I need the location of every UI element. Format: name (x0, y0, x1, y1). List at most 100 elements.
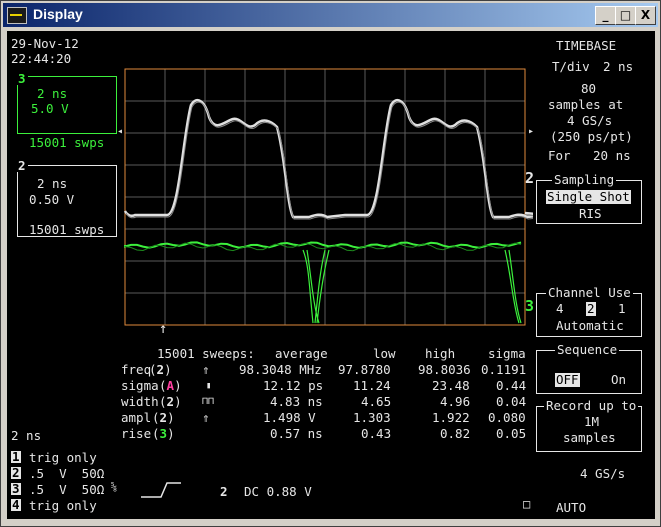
stats-param-name: rise (121, 426, 152, 441)
trace-4-setting: trig only (29, 498, 97, 513)
stats-high: 1.922 (432, 410, 470, 425)
samples-at-label: samples at (548, 97, 624, 112)
channel-2-timediv: 2 ns (37, 176, 68, 191)
channel-use-option-4[interactable]: 4 (556, 302, 564, 316)
trigger-position-arrow[interactable]: ↑ (159, 322, 167, 336)
stats-average: 0.57 ns (270, 426, 323, 441)
stats-high: 98.8036 (418, 362, 471, 377)
trigger-source: 2 (220, 484, 228, 499)
sampling-option-single-shot[interactable]: Single Shot (546, 190, 631, 204)
waveform-graticule (123, 68, 533, 326)
tdiv-label: T/div (552, 59, 590, 74)
stats-sigma: 0.080 (488, 410, 526, 425)
close-button[interactable]: X (635, 6, 656, 25)
channel-3-voltdiv: 5.0 V (31, 101, 69, 116)
record-line-2: 1M (584, 414, 600, 429)
stats-param-icon: ▮ (206, 381, 212, 391)
stats-high-header: high (425, 346, 456, 361)
stats-sigma-header: sigma (488, 346, 526, 361)
for-value: 20 ns (593, 148, 631, 163)
stats-average: 98.3048 MHz (239, 362, 322, 377)
stats-low-header: low (373, 346, 396, 361)
scope-display: 29-Nov-12 22:44:20 3 2 ns 5.0 V 15001 sw… (7, 31, 655, 519)
stats-param-name: freq (121, 362, 152, 377)
stats-sigma: 0.1191 (481, 362, 527, 377)
stats-high: 0.82 (440, 426, 471, 441)
stats-sigma: 0.44 (496, 378, 527, 393)
stats-param-channel: A (166, 378, 175, 393)
trace-2-marker: 2 (525, 169, 535, 187)
trigger-level: DC 0.88 V (244, 484, 312, 499)
ps-per-point: (250 ps/pt) (550, 129, 633, 144)
scope-app-icon (7, 7, 27, 24)
stats-high: 4.96 (440, 394, 471, 409)
left-level-marker: ◂ (117, 126, 124, 137)
stats-param-icon: ⊓⊓ (202, 396, 215, 407)
sample-rate: 4 GS/s (567, 113, 613, 128)
stats-sigma: 0.04 (496, 394, 527, 409)
app-window: Display _ □ X 29-Nov-12 22:44:20 3 2 ns … (0, 0, 661, 527)
channel-use-mode: Automatic (556, 318, 624, 333)
channel-3-timediv: 2 ns (37, 86, 68, 101)
channel-2-trace (123, 98, 533, 219)
trace-1-setting: trig only (29, 450, 97, 465)
trigger-mode[interactable]: AUTO (556, 501, 586, 515)
stats-low: 11.24 (353, 378, 391, 393)
stats-average-header: average (275, 346, 328, 361)
stats-param-icon: ⇑ (202, 362, 210, 377)
channel-2-number: 2 (16, 158, 28, 173)
stats-low: 4.65 (361, 394, 392, 409)
channel-use-option-1[interactable]: 1 (618, 302, 626, 316)
stats-param-channel: 3 (159, 426, 168, 441)
channel-3-number: 3 (16, 71, 28, 86)
minimize-button[interactable]: _ (595, 6, 616, 25)
stats-low: 0.43 (361, 426, 392, 441)
channel-2-voltdiv: 0.50 V (29, 192, 75, 207)
channel-3-sweeps: 15001 swps (27, 135, 107, 150)
sampling-option-ris[interactable]: RIS (579, 207, 602, 221)
stats-average: 1.498 V (263, 410, 316, 425)
stats-param-channel: 2 (156, 362, 165, 377)
channel-2-sweeps: 15001 swps (27, 222, 107, 237)
trace-3-label[interactable]: 3 (11, 482, 21, 495)
bottom-timediv: 2 ns (11, 428, 42, 443)
stats-average: 4.83 ns (270, 394, 323, 409)
stats-param-name: ampl (121, 410, 152, 425)
trigger-edge-icon (141, 482, 181, 498)
sequence-option-off[interactable]: OFF (555, 373, 580, 387)
trace-3-setting: .5 V 50Ω (29, 482, 105, 497)
stats-low: 97.8780 (338, 362, 391, 377)
date-label: 29-Nov-12 (11, 36, 79, 51)
bandwidth-limit-icon: ⅝ (111, 482, 118, 493)
channel-use-title: Channel Use (546, 285, 633, 300)
sequence-option-on[interactable]: On (611, 373, 626, 387)
time-label: 22:44:20 (11, 51, 72, 66)
maximize-button[interactable]: □ (615, 6, 636, 25)
timebase-header: TIMEBASE (556, 38, 617, 53)
right-level-marker: ▸ (528, 126, 535, 137)
stats-param-name: width (121, 394, 159, 409)
stats-low: 1.303 (353, 410, 391, 425)
record-line-3: samples (563, 430, 616, 445)
trace-3-marker: 3 (525, 297, 535, 315)
record-line-1: Record up to (544, 398, 639, 413)
sequence-title: Sequence (555, 342, 620, 357)
trace-2-label[interactable]: 2 (11, 466, 21, 479)
channel-use-option-2[interactable]: 2 (586, 302, 596, 316)
stats-sweeps-header: 15001 sweeps: (157, 346, 255, 361)
sampling-title: Sampling (552, 172, 617, 187)
bottom-sample-rate: 4 GS/s (580, 466, 626, 481)
title-bar[interactable]: Display _ □ X (3, 3, 658, 27)
for-label: For (548, 148, 571, 163)
stats-param-channel: 2 (166, 394, 175, 409)
stats-average: 12.12 ps (263, 378, 324, 393)
trace-2-setting: .5 V 50Ω (29, 466, 105, 481)
stats-param-name: sigma (121, 378, 159, 393)
stats-param-icon: ⇑ (202, 410, 210, 425)
tdiv-value: 2 ns (603, 59, 634, 74)
trace-1-label[interactable]: 1 (11, 450, 21, 463)
trace-4-label[interactable]: 4 (11, 498, 21, 511)
window-title: Display (33, 6, 83, 22)
stats-sigma: 0.05 (496, 426, 527, 441)
status-square-icon: □ (523, 497, 531, 511)
